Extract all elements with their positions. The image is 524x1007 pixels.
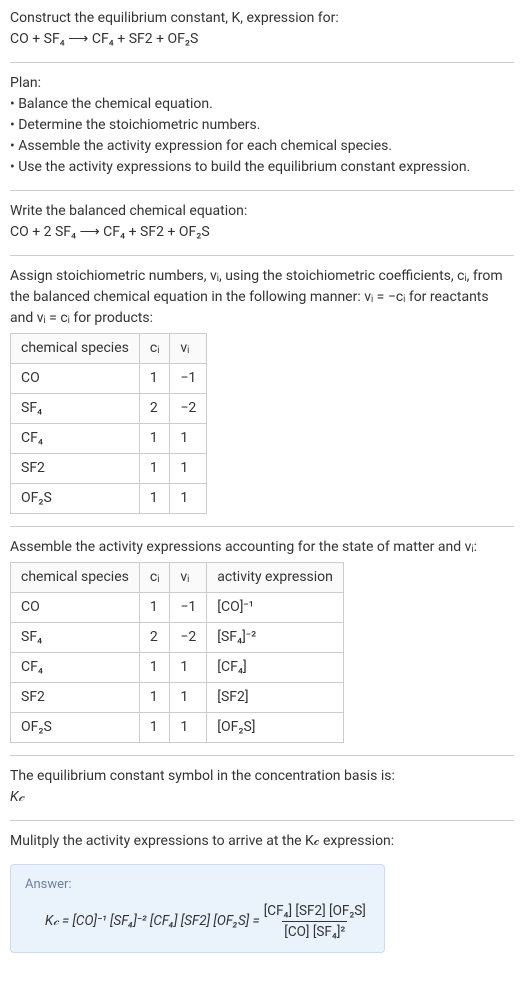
plan-item: • Assemble the activity expression for e… bbox=[10, 136, 514, 157]
kc-symbol: K𝒸 bbox=[10, 787, 514, 808]
table-cell: CF₄ bbox=[11, 653, 140, 683]
divider bbox=[10, 62, 514, 63]
table-cell: [OF₂S] bbox=[207, 713, 344, 743]
table-cell: 1 bbox=[139, 713, 170, 743]
multiply-section: Mulitply the activity expressions to arr… bbox=[10, 831, 514, 852]
table-row: SF₄ 2 −2 [SF₄]⁻² bbox=[11, 623, 344, 653]
title-line2: CO + SF₄ ⟶ CF₄ + SF2 + OF₂S bbox=[10, 29, 514, 50]
table-cell: OF₂S bbox=[11, 484, 140, 514]
table-header: cᵢ bbox=[139, 563, 170, 593]
table-header-row: chemical species cᵢ νᵢ bbox=[11, 334, 207, 364]
table-cell: CO bbox=[11, 364, 140, 394]
table-cell: 1 bbox=[139, 683, 170, 713]
table-cell: 1 bbox=[170, 484, 207, 514]
answer-denominator: [CO] [SF₄]² bbox=[282, 921, 347, 942]
title-line1: Construct the equilibrium constant, K, e… bbox=[10, 8, 514, 29]
divider bbox=[10, 755, 514, 756]
divider bbox=[10, 190, 514, 191]
table-cell: 1 bbox=[139, 593, 170, 623]
table-cell: [CO]⁻¹ bbox=[207, 593, 344, 623]
table-cell: −1 bbox=[170, 593, 207, 623]
table-cell: 2 bbox=[139, 394, 170, 424]
table-row: OF₂S 1 1 bbox=[11, 484, 207, 514]
balanced-header: Write the balanced chemical equation: bbox=[10, 201, 514, 222]
table-row: SF2 1 1 bbox=[11, 454, 207, 484]
activity-section: Assemble the activity expressions accoun… bbox=[10, 537, 514, 743]
title-section: Construct the equilibrium constant, K, e… bbox=[10, 8, 514, 50]
table-row: CO 1 −1 [CO]⁻¹ bbox=[11, 593, 344, 623]
stoich-intro: Assign stoichiometric numbers, νᵢ, using… bbox=[10, 266, 514, 329]
divider bbox=[10, 820, 514, 821]
table-cell: CO bbox=[11, 593, 140, 623]
table-cell: −1 bbox=[170, 364, 207, 394]
answer-box: Answer: K𝒸 = [CO]⁻¹ [SF₄]⁻² [CF₄] [SF2] … bbox=[10, 864, 385, 953]
divider bbox=[10, 255, 514, 256]
table-cell: 1 bbox=[139, 653, 170, 683]
table-cell: 1 bbox=[139, 424, 170, 454]
stoich-table: chemical species cᵢ νᵢ CO 1 −1 SF₄ 2 −2 … bbox=[10, 333, 207, 514]
table-cell: 1 bbox=[170, 454, 207, 484]
table-cell: 1 bbox=[139, 484, 170, 514]
table-cell: [CF₄] bbox=[207, 653, 344, 683]
activity-header: Assemble the activity expressions accoun… bbox=[10, 537, 514, 558]
table-header-row: chemical species cᵢ νᵢ activity expressi… bbox=[11, 563, 344, 593]
table-cell: 1 bbox=[139, 454, 170, 484]
table-cell: [SF₄]⁻² bbox=[207, 623, 344, 653]
table-header: νᵢ bbox=[170, 563, 207, 593]
table-cell: 1 bbox=[170, 683, 207, 713]
kc-symbol-header: The equilibrium constant symbol in the c… bbox=[10, 766, 514, 787]
table-cell: OF₂S bbox=[11, 713, 140, 743]
table-header: activity expression bbox=[207, 563, 344, 593]
kc-symbol-section: The equilibrium constant symbol in the c… bbox=[10, 766, 514, 808]
table-row: SF₄ 2 −2 bbox=[11, 394, 207, 424]
answer-content: K𝒸 = [CO]⁻¹ [SF₄]⁻² [CF₄] [SF2] [OF₂S] =… bbox=[25, 901, 370, 943]
plan-item: • Use the activity expressions to build … bbox=[10, 157, 514, 178]
table-cell: SF₄ bbox=[11, 623, 140, 653]
table-cell: 1 bbox=[170, 424, 207, 454]
plan-section: Plan: • Balance the chemical equation. •… bbox=[10, 73, 514, 178]
table-row: CF₄ 1 1 bbox=[11, 424, 207, 454]
table-header: chemical species bbox=[11, 334, 140, 364]
table-header: νᵢ bbox=[170, 334, 207, 364]
answer-numerator: [CF₄] [SF2] [OF₂S] bbox=[262, 901, 368, 921]
table-header: cᵢ bbox=[139, 334, 170, 364]
table-cell: SF2 bbox=[11, 454, 140, 484]
balanced-equation: CO + 2 SF₄ ⟶ CF₄ + SF2 + OF₂S bbox=[10, 222, 514, 243]
multiply-header: Mulitply the activity expressions to arr… bbox=[10, 831, 514, 852]
table-cell: [SF2] bbox=[207, 683, 344, 713]
table-row: OF₂S 1 1 [OF₂S] bbox=[11, 713, 344, 743]
table-cell: SF₄ bbox=[11, 394, 140, 424]
plan-item: • Balance the chemical equation. bbox=[10, 94, 514, 115]
table-header: chemical species bbox=[11, 563, 140, 593]
divider bbox=[10, 526, 514, 527]
table-cell: 2 bbox=[139, 623, 170, 653]
stoich-section: Assign stoichiometric numbers, νᵢ, using… bbox=[10, 266, 514, 514]
answer-fraction: [CF₄] [SF2] [OF₂S] [CO] [SF₄]² bbox=[262, 901, 368, 943]
table-cell: SF2 bbox=[11, 683, 140, 713]
table-row: CF₄ 1 1 [CF₄] bbox=[11, 653, 344, 683]
table-row: SF2 1 1 [SF2] bbox=[11, 683, 344, 713]
plan-item: • Determine the stoichiometric numbers. bbox=[10, 115, 514, 136]
table-cell: 1 bbox=[170, 713, 207, 743]
table-cell: −2 bbox=[170, 623, 207, 653]
table-row: CO 1 −1 bbox=[11, 364, 207, 394]
table-cell: CF₄ bbox=[11, 424, 140, 454]
table-cell: 1 bbox=[170, 653, 207, 683]
table-cell: −2 bbox=[170, 394, 207, 424]
balanced-section: Write the balanced chemical equation: CO… bbox=[10, 201, 514, 243]
activity-table: chemical species cᵢ νᵢ activity expressi… bbox=[10, 562, 344, 743]
plan-header: Plan: bbox=[10, 73, 514, 94]
answer-label: Answer: bbox=[25, 875, 370, 895]
answer-lhs: K𝒸 = [CO]⁻¹ [SF₄]⁻² [CF₄] [SF2] [OF₂S] = bbox=[45, 911, 260, 931]
table-cell: 1 bbox=[139, 364, 170, 394]
